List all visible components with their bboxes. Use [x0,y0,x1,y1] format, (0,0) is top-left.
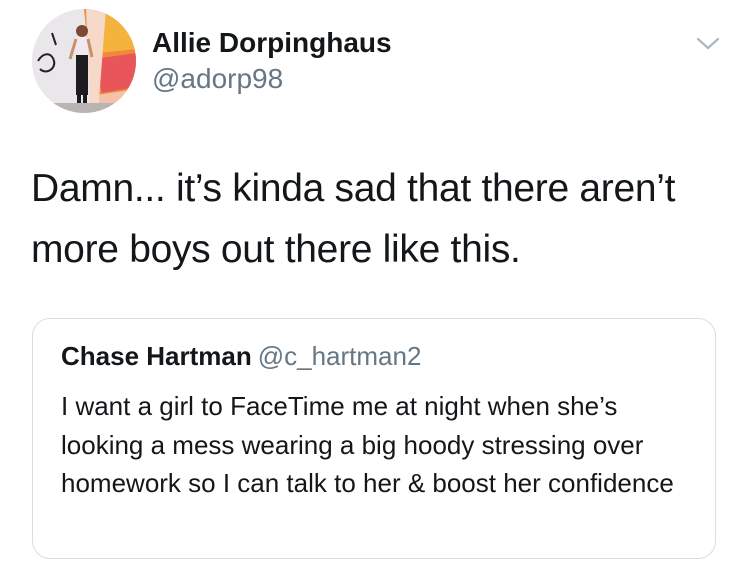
quoted-tweet-text: I want a girl to FaceTime me at night wh… [61,391,674,498]
avatar-photo [32,9,136,113]
tweet-text: Damn... it’s kinda sad that there aren’t… [31,167,676,271]
quoted-tweet[interactable]: Chase Hartman @c_hartman2 I want a girl t… [32,318,716,559]
tweet: Allie Dorpinghaus @adorp98 Damn... it’s … [0,0,750,575]
avatar[interactable] [32,9,136,113]
quoted-tweet-header: Chase Hartman @c_hartman2 [61,339,421,373]
author-handle[interactable]: @adorp98 [152,62,392,96]
chevron-down-icon [696,37,720,50]
quoted-author-handle: @c_hartman2 [257,341,422,371]
author-display-name[interactable]: Allie Dorpinghaus [152,26,392,60]
quoted-author-display-name: Chase Hartman [61,341,252,371]
tweet-menu-button[interactable] [693,31,723,55]
author: Allie Dorpinghaus @adorp98 [152,26,392,96]
